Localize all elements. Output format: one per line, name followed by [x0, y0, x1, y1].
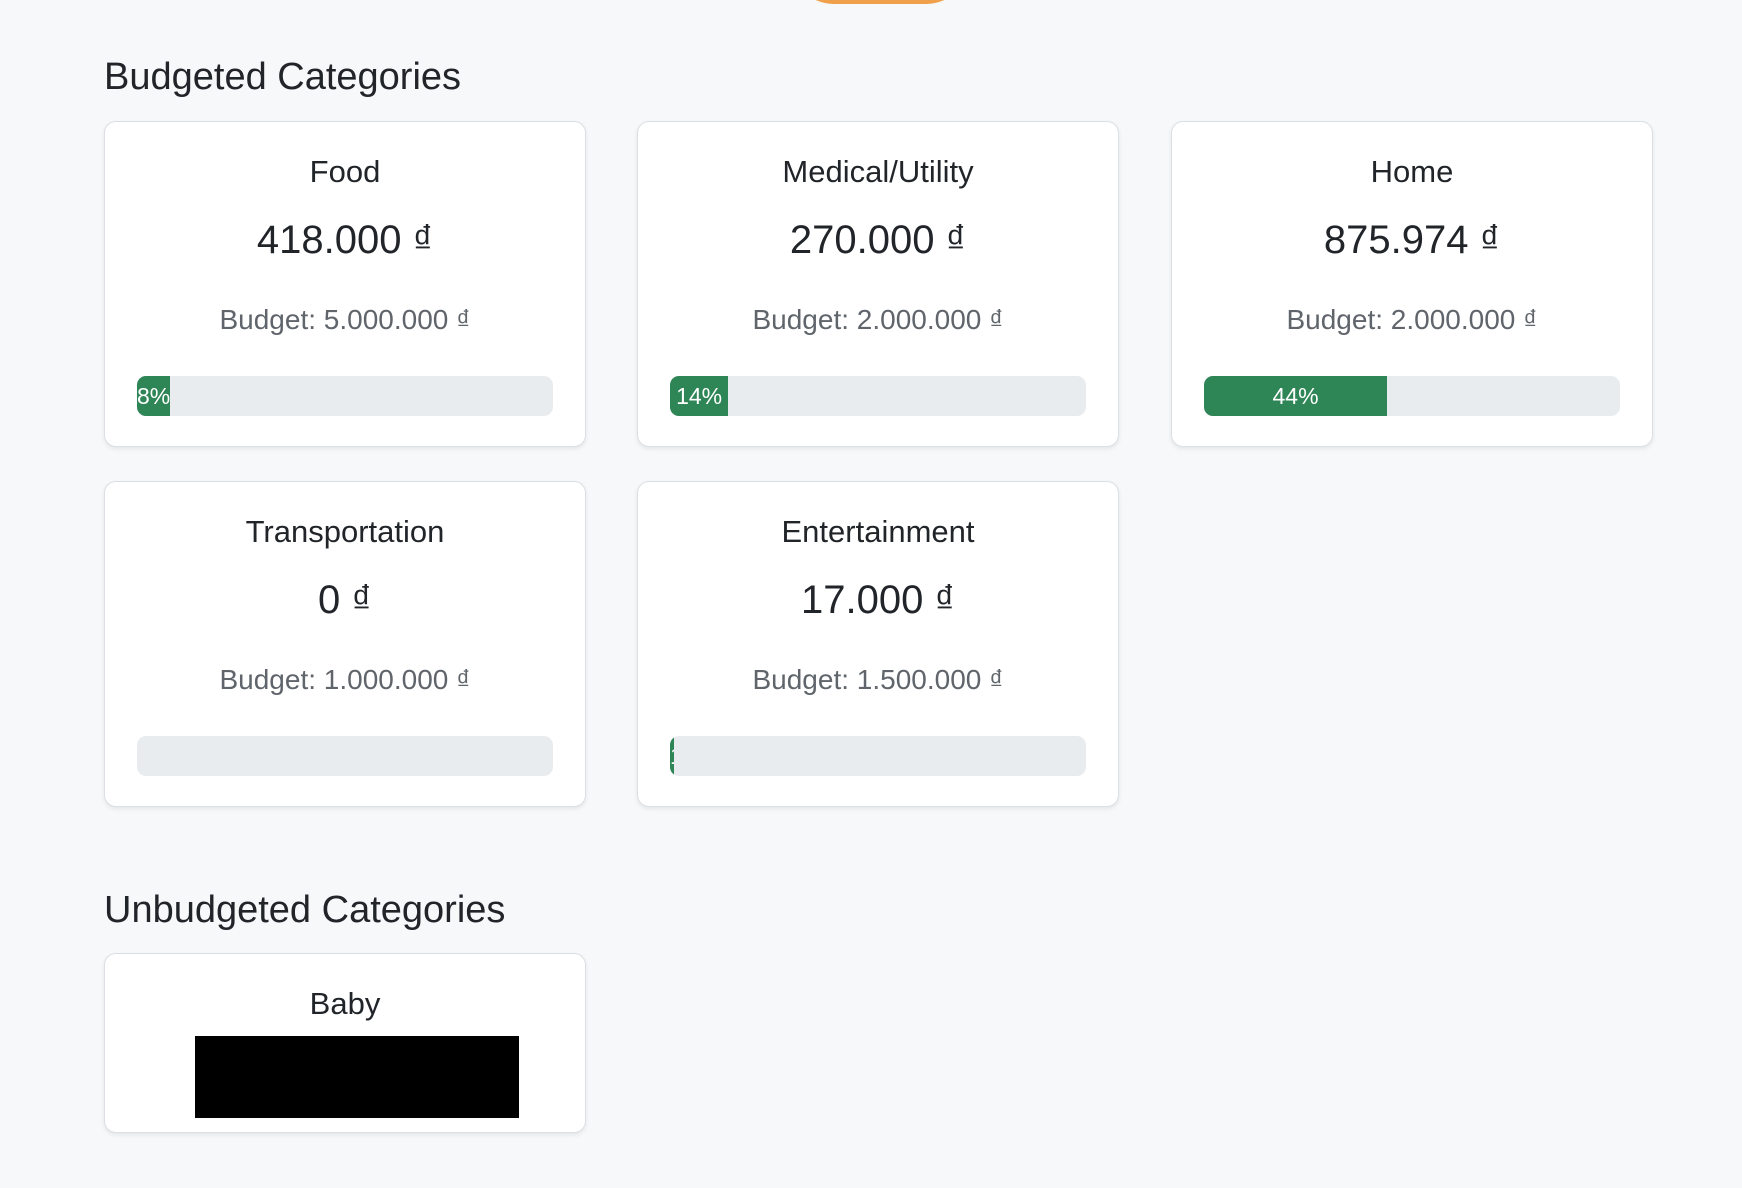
budgeted-categories-heading: Budgeted Categories — [104, 56, 462, 98]
budget-progress-fill: 8% — [137, 376, 171, 416]
category-amount: 270.000 ₫ — [789, 218, 967, 262]
category-card-entertainment[interactable]: Entertainment 17.000 ₫ Budget: 1.500.000… — [637, 481, 1119, 807]
category-amount: 418.000 ₫ — [256, 218, 434, 262]
category-name: Medical/Utility — [782, 154, 974, 189]
budget-progress-bar: 1% — [670, 736, 1086, 776]
budget-progress-bar: 14% — [670, 376, 1086, 416]
category-card-food[interactable]: Food 418.000 ₫ Budget: 5.000.000 ₫ 8% — [104, 121, 586, 447]
budget-progress-fill: 1% — [670, 736, 675, 776]
redacted-amount-block — [195, 1036, 519, 1118]
category-name: Home — [1370, 154, 1454, 189]
budget-progress-fill: 14% — [670, 376, 729, 416]
category-name: Entertainment — [781, 514, 975, 549]
category-budget: Budget: 2.000.000 ₫ — [752, 304, 1004, 335]
category-budget: Budget: 1.000.000 ₫ — [219, 664, 471, 695]
budget-progress-bar: 0% — [137, 736, 553, 776]
category-card-medical-utility[interactable]: Medical/Utility 270.000 ₫ Budget: 2.000.… — [637, 121, 1119, 447]
budget-progress-bar: 44% — [1204, 376, 1620, 416]
category-card-home[interactable]: Home 875.974 ₫ Budget: 2.000.000 ₫ 44% — [1171, 121, 1653, 447]
category-card-baby[interactable]: Baby — [104, 953, 586, 1133]
category-budget: Budget: 5.000.000 ₫ — [219, 304, 471, 335]
category-name: Transportation — [245, 514, 445, 549]
category-budget: Budget: 2.000.000 ₫ — [1286, 304, 1538, 335]
unbudgeted-categories-heading: Unbudgeted Categories — [104, 889, 506, 931]
header-accent-arc — [790, 0, 970, 4]
category-amount: 17.000 ₫ — [801, 578, 955, 622]
category-name: Food — [309, 154, 381, 189]
category-name: Baby — [309, 986, 381, 1021]
category-amount: 0 ₫ — [318, 578, 372, 622]
category-card-transportation[interactable]: Transportation 0 ₫ Budget: 1.000.000 ₫ 0… — [104, 481, 586, 807]
budget-progress-bar: 8% — [137, 376, 553, 416]
category-budget: Budget: 1.500.000 ₫ — [752, 664, 1004, 695]
category-amount: 875.974 ₫ — [1323, 218, 1501, 262]
budget-progress-fill: 44% — [1204, 376, 1388, 416]
